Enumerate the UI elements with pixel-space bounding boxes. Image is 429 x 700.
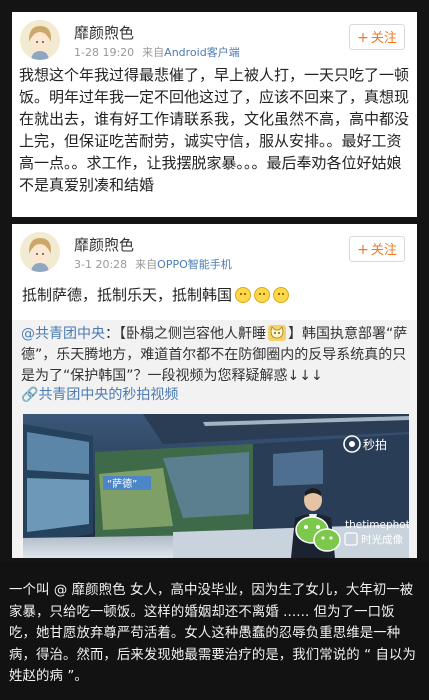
user-avatar[interactable] — [20, 20, 60, 60]
think-emoji-icon — [273, 287, 290, 303]
caption-area: 一个叫 @ 靡颜煦色 女人，高中没毕业，因为生了女儿，大年初一被家暴，只给吃一顿… — [0, 562, 429, 700]
follow-button[interactable]: + 关注 — [349, 24, 405, 50]
post-text: 我想这个年我过得最悲催了，早上被人打，一天只吃了一顿饭。明年过年我一定不回他这过… — [19, 66, 410, 194]
source-prefix: 来自 — [142, 46, 165, 59]
weibo-post-1: 靡颜煦色 1-28 19:20 来自Android客户端 + 关注 我想这个年我过得… — [12, 12, 417, 217]
wechat-icon — [295, 516, 341, 552]
post-source: 来自Android客户端 — [142, 46, 240, 59]
watermark-logo-text: 秒拍 — [363, 437, 387, 452]
plus-icon: + — [357, 30, 369, 46]
post-text: 抵制萨德，抵制乐天，抵制韩国 — [22, 284, 407, 306]
source-client[interactable]: OPPO智能手机 — [157, 258, 232, 271]
video-link[interactable]: 🔗共青团中央的秒拍视频 — [21, 384, 178, 404]
username[interactable]: 靡颜煦色 — [74, 22, 134, 43]
link-icon: 🔗 — [21, 387, 39, 403]
think-emoji-icon — [254, 287, 271, 303]
weibo-post-2: 靡颜煦色 3-1 20:28 来自OPPO智能手机 + 关注 抵制萨德，抵制乐天，抵… — [12, 224, 417, 558]
commentary-caption: 一个叫 @ 靡颜煦色 女人，高中没毕业，因为生了女儿，大年初一被家暴，只给吃一顿… — [9, 583, 416, 684]
plus-icon: + — [357, 242, 369, 258]
video-banner-text: “萨德” — [107, 477, 137, 490]
post-meta: 1-28 19:20 来自Android客户端 — [74, 44, 240, 60]
watermark-user-text: thetimephoto — [345, 519, 409, 531]
follow-label: 关注 — [370, 31, 397, 46]
video-link-label: 共青团中央的秒拍视频 — [38, 387, 179, 403]
repost-text: @共青团中央：【卧榻之侧岂容他人鼾睡 】韩国执意部署“萨德”，乐天腾地方，难道首尔… — [21, 324, 409, 387]
user-avatar[interactable] — [20, 232, 60, 272]
repost-author-link[interactable]: @共青团中央 — [21, 326, 105, 342]
username[interactable]: 靡颜煦色 — [74, 234, 134, 255]
source-client[interactable]: Android客户端 — [164, 46, 240, 59]
post-time: 1-28 19:20 — [74, 46, 135, 59]
reposted-content[interactable]: @共青团中央：【卧榻之侧岂容他人鼾睡 】韩国执意部署“萨德”，乐天腾地方，难道首尔… — [12, 320, 417, 558]
follow-button[interactable]: + 关注 — [349, 236, 405, 262]
video-thumbnail[interactable]: “萨德” 秒拍 thetimephoto 时光成像 — [23, 414, 409, 558]
source-prefix: 来自 — [135, 258, 158, 271]
post-source: 来自OPPO智能手机 — [135, 258, 232, 271]
post-text-content: 抵制萨德，抵制乐天，抵制韩国 — [22, 286, 233, 304]
post-time: 3-1 20:28 — [74, 258, 128, 271]
repost-text-part1: ：【卧榻之侧岂容他人鼾睡 — [105, 326, 266, 342]
post-meta: 3-1 20:28 来自OPPO智能手机 — [74, 256, 232, 272]
cat-emoji-icon — [268, 325, 286, 341]
think-emoji-icon — [235, 287, 252, 303]
news-studio-image: “萨德” 秒拍 thetimephoto 时光成像 — [23, 414, 409, 558]
watermark-app-text: 时光成像 — [361, 533, 403, 546]
follow-label: 关注 — [370, 243, 397, 258]
